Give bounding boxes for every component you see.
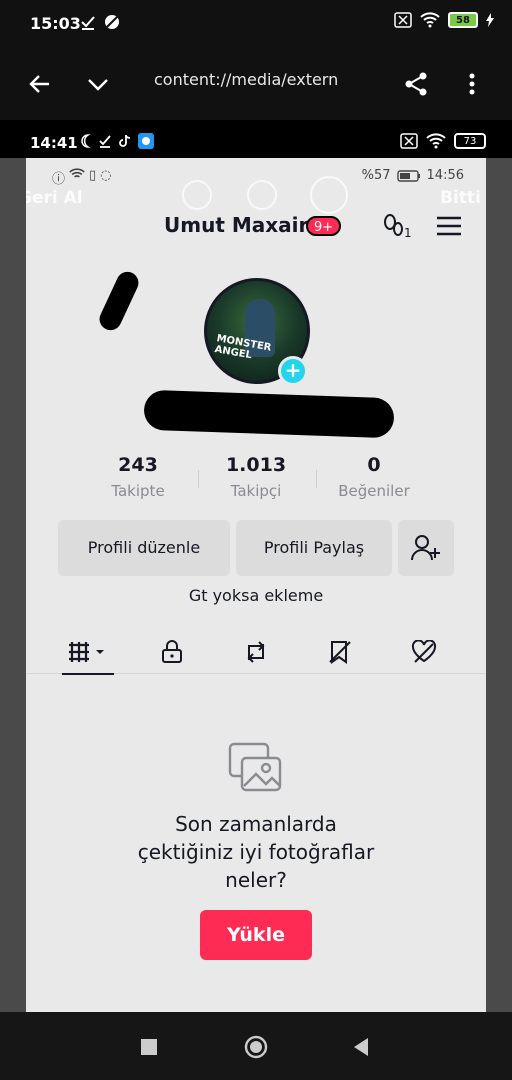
profile-username[interactable]: Umut Maxair [164,213,308,237]
empty-line-3: neler? [225,868,287,892]
empty-state-message: Son zamanlarda çektiğiniz iyi fotoğrafla… [26,810,486,894]
empty-line-1: Son zamanlarda [175,812,337,836]
wifi-icon [69,168,85,178]
photos-icon [226,738,284,800]
share-profile-button[interactable]: Profili Paylaş [236,520,392,576]
notification-badge: 9+ [306,216,342,236]
liked-icon [411,640,437,663]
arrow-back-icon [29,75,49,93]
status-bar: 15:03 58 [0,0,512,48]
tab-reposts[interactable] [226,630,286,674]
svg-text:1: 1 [404,226,412,240]
followers-label: Takipçi [230,482,282,500]
tiktok-status-time: 14:56 [426,168,464,183]
redaction-mark [143,389,395,439]
likes-label: Beğeniler [338,482,410,500]
followers-count: 1.013 [225,454,287,476]
add-user-icon [411,535,440,561]
no-sim-icon [400,133,418,149]
tab-private[interactable] [142,630,202,674]
add-avatar-button[interactable]: + [278,356,308,386]
download-done-icon [81,16,95,30]
no-sim-icon [394,12,412,28]
ghost-icon [247,180,277,210]
following-count: 243 [118,454,158,476]
repost-icon [247,641,265,663]
share-icon [405,72,427,96]
grid-icon [69,642,104,662]
wifi-icon [420,12,440,28]
redaction-mark [95,268,143,334]
likes-count: 0 [367,454,381,476]
screenshot-frame [0,158,26,1012]
browser-toolbar: content://media/extern [0,48,512,120]
status-time: 15:03 [30,14,81,33]
inner-status-bar: 14:41 73 [0,120,512,158]
back-nav-button[interactable] [348,1034,374,1060]
url-text[interactable]: content://media/extern [154,70,338,89]
profile-actions: Profili düzenle Profili Paylaş [26,520,486,576]
whatsapp-icon: ◌ [100,168,112,183]
done-button[interactable]: Bitti [440,188,481,208]
tab-saved[interactable] [310,630,370,674]
info-icon: ⓘ [52,172,66,187]
followers-stat[interactable]: 1.013 Takipçi [196,454,316,500]
home-icon [244,1035,268,1059]
app-icon [138,133,154,149]
collapse-button[interactable] [80,66,116,102]
tab-liked[interactable] [394,630,454,674]
ghost-icon [182,180,212,210]
profile-header: Umut Maxair 9+ 1 [26,208,486,244]
download-done-icon [99,135,111,148]
empty-line-2: çektiğiniz iyi fotoğraflar [137,840,375,864]
battery-indicator: 58 [448,12,478,28]
tab-videos[interactable] [58,630,118,675]
recents-icon [141,1039,157,1055]
tiktok-icon [119,134,131,147]
recents-button[interactable] [136,1034,162,1060]
edit-profile-button[interactable]: Profili düzenle [58,520,230,576]
wifi-icon [426,133,446,149]
add-friend-button[interactable] [398,520,454,576]
following-stat[interactable]: 243 Takipte [78,454,198,500]
home-button[interactable] [243,1034,269,1060]
back-triangle-icon [354,1038,368,1056]
screenshot-frame [486,158,512,1012]
charging-icon [486,13,494,27]
inner-status-time: 14:41 [30,134,78,152]
planet-icon [105,15,119,29]
moon-icon [81,134,91,148]
profile-tabs [26,630,486,675]
battery-percent: %57 [361,168,391,183]
share-button[interactable] [398,66,434,102]
profile-stats: 243 Takipte 1.013 Takipçi 0 Beğeniler [26,454,486,514]
more-vertical-icon [469,73,475,95]
profile-bio: Gt yoksa ekleme [188,586,324,605]
footprints-icon[interactable]: 1 [382,212,414,240]
undo-button[interactable]: Geri Al [26,188,83,208]
upload-button[interactable]: Yükle [200,910,312,960]
battery-icon [396,169,420,182]
likes-stat[interactable]: 0 Beğeniler [314,454,434,500]
lock-icon [162,640,182,663]
back-button[interactable] [22,66,58,102]
system-nav-bar [0,1012,512,1080]
vibrate-icon: ▯ [89,168,97,183]
menu-icon[interactable] [436,216,462,236]
following-label: Takipte [111,482,165,500]
battery-indicator: 73 [454,133,486,149]
tiktok-profile-screen: ⓘ ▯ ◌ %57 14:56 Geri Al Bitti Umut Maxai… [26,158,486,1012]
saved-icon [329,641,351,664]
more-button[interactable] [454,66,490,102]
chevron-down-icon [88,79,108,91]
